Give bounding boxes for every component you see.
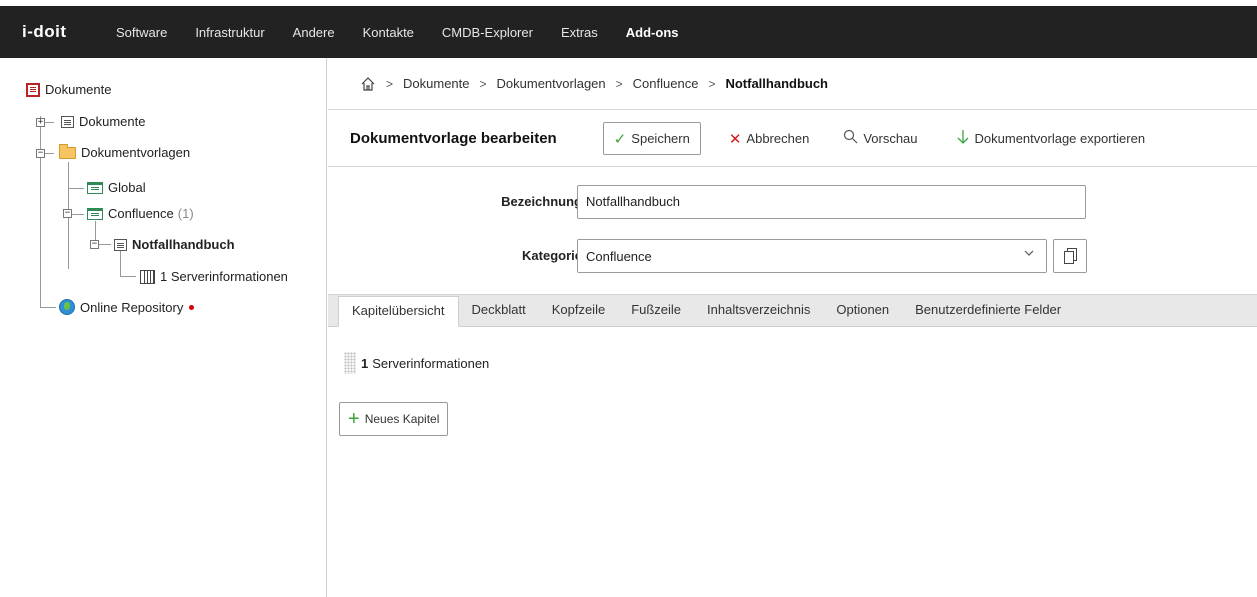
plus-icon: + xyxy=(348,408,360,430)
tree-item-label: Dokumente xyxy=(79,114,146,129)
chapter-title: Serverinformationen xyxy=(372,355,490,371)
home-icon[interactable] xyxy=(360,76,376,92)
export-button-label: Dokumentvorlage exportieren xyxy=(974,131,1146,146)
tree-item-label: Online Repository xyxy=(80,299,184,315)
bezeichnung-label: Bezeichnung xyxy=(501,194,582,209)
tree-line xyxy=(120,276,136,277)
breadcrumb-item[interactable]: Dokumentvorlagen xyxy=(497,76,606,91)
notification-dot xyxy=(189,304,195,310)
nav-item-extras[interactable]: Extras xyxy=(561,25,598,40)
collapse-toggle-confluence[interactable]: − xyxy=(63,209,72,218)
tree-item-notfallhandbuch[interactable]: Notfallhandbuch xyxy=(114,237,235,252)
nav-item-add-ons[interactable]: Add-ons xyxy=(626,25,679,40)
tab-inhaltsverzeichnis[interactable]: Inhaltsverzeichnis xyxy=(694,296,823,326)
top-navigation-bar: i-doit Software Infrastruktur Andere Kon… xyxy=(0,6,1257,58)
template-icon xyxy=(87,207,103,220)
tree-item-label: Notfallhandbuch xyxy=(132,237,235,252)
tab-deckblatt[interactable]: Deckblatt xyxy=(459,296,539,326)
tree-line xyxy=(40,307,56,308)
cancel-button-label: Abbrechen xyxy=(746,131,810,146)
preview-button-label: Vorschau xyxy=(863,131,918,146)
export-button[interactable]: Dokumentvorlage exportieren xyxy=(946,122,1156,155)
form-row-bezeichnung: Bezeichnung Notfallhandbuch xyxy=(328,185,1257,219)
tree-item-label: Dokumente xyxy=(45,82,112,97)
nav-item-kontakte[interactable]: Kontakte xyxy=(363,25,414,40)
nav-item-cmdb-explorer[interactable]: CMDB-Explorer xyxy=(442,25,533,40)
tree-line xyxy=(120,250,121,276)
template-icon xyxy=(87,181,103,194)
chevron-right-icon: > xyxy=(386,76,394,91)
chevron-right-icon: > xyxy=(708,76,716,91)
tab-benutzerdefinierte-felder[interactable]: Benutzerdefinierte Felder xyxy=(902,296,1074,326)
folder-icon xyxy=(59,143,76,159)
nav-item-infrastruktur[interactable]: Infrastruktur xyxy=(195,25,264,40)
document-icon xyxy=(26,82,40,97)
tree-item-root-dokumente[interactable]: Dokumente xyxy=(26,82,111,97)
breadcrumb-item[interactable]: Confluence xyxy=(633,76,699,91)
nav-item-software[interactable]: Software xyxy=(116,25,167,40)
copy-icon-back xyxy=(1064,251,1074,264)
logo[interactable]: i-doit xyxy=(22,22,92,42)
tree-item-count: (1) xyxy=(177,206,194,221)
tab-kapiteluebersicht[interactable]: Kapitelübersicht xyxy=(338,296,459,327)
tree-item-confluence[interactable]: Confluence (1) xyxy=(87,206,194,221)
chapter-book-icon xyxy=(140,269,155,284)
breadcrumb: > Dokumente > Dokumentvorlagen > Conflue… xyxy=(328,58,1257,110)
breadcrumb-current: Notfallhandbuch xyxy=(725,76,828,91)
tree-item-online-repository[interactable]: Online Repository xyxy=(59,299,195,315)
cancel-button[interactable]: ✕ Abbrechen xyxy=(719,122,819,155)
kategorie-selected-value: Confluence xyxy=(586,249,652,264)
kategorie-select[interactable]: Confluence xyxy=(577,239,1047,273)
tree-item-label: Confluence xyxy=(108,206,174,221)
tree-item-label: 1 Serverinformationen xyxy=(160,269,288,284)
download-arrow-icon xyxy=(956,129,970,149)
page-title: Dokumentvorlage bearbeiten xyxy=(350,130,557,147)
drag-handle-icon[interactable] xyxy=(344,352,356,374)
expand-toggle-dokumente[interactable]: + xyxy=(36,118,45,127)
save-button-label: Speichern xyxy=(631,131,690,146)
tab-optionen[interactable]: Optionen xyxy=(823,296,902,326)
chapter-number: 1 xyxy=(361,355,369,371)
nav-item-andere[interactable]: Andere xyxy=(293,25,335,40)
preview-button[interactable]: Vorschau xyxy=(833,122,927,155)
breadcrumb-item[interactable]: Dokumente xyxy=(403,76,469,91)
close-icon: ✕ xyxy=(728,130,742,148)
tree-item-dokumente[interactable]: Dokumente xyxy=(61,114,145,129)
form-row-kategorie: Kategorie Confluence xyxy=(328,239,1257,273)
copy-button[interactable] xyxy=(1053,239,1087,273)
collapse-toggle-dokumentvorlagen[interactable]: − xyxy=(36,149,45,158)
document-icon xyxy=(61,115,74,128)
tree-item-label: Global xyxy=(108,180,146,195)
search-icon xyxy=(843,129,858,148)
tree-line xyxy=(40,116,41,307)
check-icon: ✓ xyxy=(613,130,627,148)
tree-item-serverinformationen[interactable]: 1 Serverinformationen xyxy=(140,269,288,284)
globe-download-icon xyxy=(59,299,75,315)
bezeichnung-input[interactable]: Notfallhandbuch xyxy=(577,185,1086,219)
tree-line xyxy=(68,188,84,189)
kategorie-label: Kategorie xyxy=(522,248,582,263)
collapse-toggle-notfallhandbuch[interactable]: − xyxy=(90,240,99,249)
chevron-right-icon: > xyxy=(615,76,623,91)
edit-toolbar: Dokumentvorlage bearbeiten ✓ Speichern ✕… xyxy=(328,111,1257,167)
tab-kopfzeile[interactable]: Kopfzeile xyxy=(539,296,618,326)
chevron-right-icon: > xyxy=(479,76,487,91)
tree-sidebar: + − − − Dokumente Dokumente Dokumentvorl… xyxy=(0,58,327,597)
tree-item-global[interactable]: Global xyxy=(87,180,146,195)
new-chapter-label: Neues Kapitel xyxy=(364,412,440,426)
document-icon xyxy=(114,238,127,251)
chapter-list-item[interactable]: 1 Serverinformationen xyxy=(344,349,489,377)
tree-item-label: Dokumentvorlagen xyxy=(81,145,191,160)
new-chapter-button[interactable]: + Neues Kapitel xyxy=(339,402,449,436)
tab-fusszeile[interactable]: Fußzeile xyxy=(618,296,694,326)
save-button[interactable]: ✓ Speichern xyxy=(602,122,701,155)
chevron-down-icon xyxy=(1024,249,1034,260)
tree-item-dokumentvorlagen[interactable]: Dokumentvorlagen xyxy=(59,143,191,160)
tab-bar: Kapitelübersicht Deckblatt Kopfzeile Fuß… xyxy=(328,294,1257,327)
